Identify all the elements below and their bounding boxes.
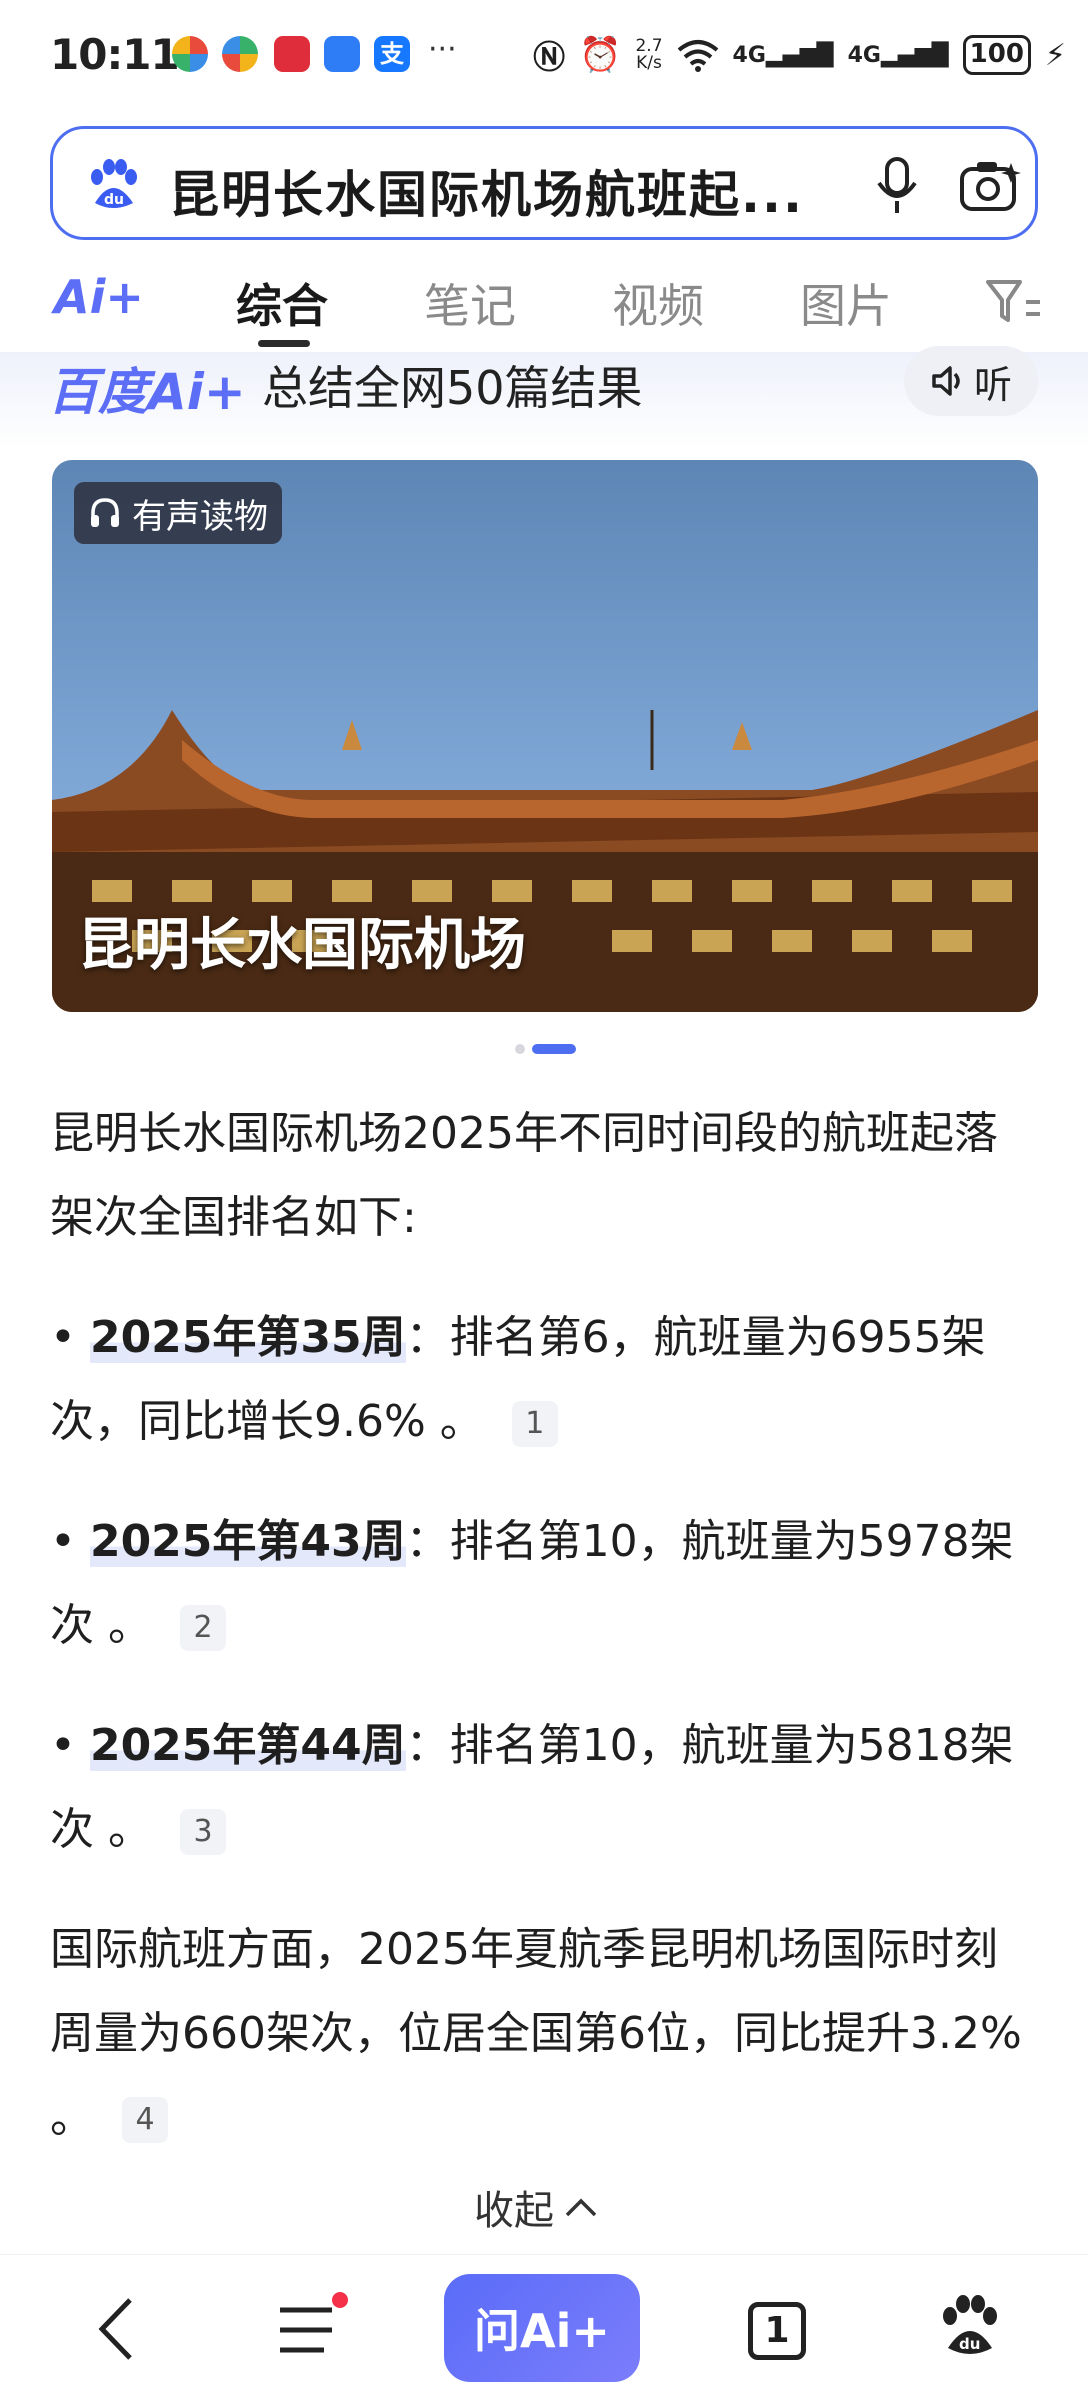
ai-summary-text: 总结全网50篇结果 bbox=[262, 361, 643, 415]
notification-dot bbox=[332, 2292, 348, 2308]
svg-text:du: du bbox=[959, 2335, 980, 2353]
audiobook-badge[interactable]: 有声读物 bbox=[74, 482, 282, 544]
tab-ai[interactable]: Ai+ bbox=[54, 270, 144, 324]
camera-search-icon[interactable] bbox=[959, 157, 1023, 215]
list-item-label[interactable]: 2025年第44周 bbox=[89, 1720, 406, 1771]
ask-ai-button[interactable]: 问Ai+ bbox=[444, 2274, 640, 2382]
bullet-dot: • bbox=[50, 1312, 90, 1363]
tab-notes[interactable]: 笔记 bbox=[424, 270, 516, 336]
status-bar: 10:11 支 ··· Ⓝ ⏰ 2.7 K/s 4G▂▄▆█ 4G▂▄▆█ 10… bbox=[0, 0, 1088, 112]
tab-active-indicator bbox=[258, 340, 310, 347]
nfc-icon: Ⓝ bbox=[533, 38, 566, 76]
baidu-ai-logo: 百度Ai+ bbox=[48, 363, 246, 421]
netease-music-icon bbox=[274, 36, 310, 72]
list-item: • 2025年第44周：排名第10，航班量为5818架次 。 3 bbox=[50, 1704, 1040, 1872]
status-indicators: Ⓝ ⏰ 2.7 K/s 4G▂▄▆█ 4G▂▄▆█ 100 ⚡ bbox=[533, 30, 1066, 80]
international-paragraph: 国际航班方面，2025年夏航季昆明机场国际时刻周量为660架次，位居全国第6位，… bbox=[50, 1924, 1022, 2143]
hero-title: 昆明长水国际机场 bbox=[78, 913, 526, 978]
alarm-icon: ⏰ bbox=[579, 35, 622, 75]
tab-images[interactable]: 图片 bbox=[800, 270, 892, 336]
baidu-home-icon[interactable]: du bbox=[938, 2292, 1002, 2360]
headphones-icon bbox=[91, 498, 119, 527]
list-item: • 2025年第43周：排名第10，航班量为5978架次 。 2 bbox=[50, 1500, 1040, 1668]
search-input[interactable]: 昆明长水国际机场航班起... bbox=[169, 155, 804, 227]
citation-badge[interactable]: 1 bbox=[511, 1401, 558, 1447]
listen-label: 听 bbox=[973, 362, 1012, 407]
tab-videos[interactable]: 视频 bbox=[612, 270, 704, 336]
signal-sim2: 4G▂▄▆█ bbox=[847, 42, 949, 68]
audiobook-label: 有声读物 bbox=[132, 496, 268, 537]
filter-icon[interactable] bbox=[986, 278, 1042, 326]
bullet-dot: • bbox=[50, 1720, 90, 1771]
speaker-icon bbox=[932, 366, 960, 396]
battery-indicator: 100 bbox=[962, 35, 1031, 75]
svg-text:du: du bbox=[104, 192, 124, 208]
list-item-label[interactable]: 2025年第43周 bbox=[89, 1516, 406, 1567]
tabs-count-button[interactable]: 1 bbox=[748, 2302, 806, 2360]
app-notification-icon bbox=[222, 36, 258, 72]
app-notification-icon bbox=[324, 36, 360, 72]
bullet-dot: • bbox=[50, 1516, 90, 1567]
list-item-label[interactable]: 2025年第35周 bbox=[89, 1312, 406, 1363]
list-item: • 2025年第35周：排名第6，航班量为6955架次，同比增长9.6% 。 1 bbox=[50, 1296, 1040, 1464]
chevron-up-icon bbox=[565, 2198, 597, 2217]
clock: 10:11 bbox=[50, 30, 180, 79]
menu-icon[interactable] bbox=[276, 2290, 348, 2360]
listen-button[interactable]: 听 bbox=[904, 346, 1038, 416]
tab-comprehensive[interactable]: 综合 bbox=[236, 270, 328, 336]
search-tabs: Ai+ 综合 笔记 视频 图片 bbox=[0, 252, 1088, 352]
baidu-paw-icon: du bbox=[91, 159, 137, 208]
citation-badge[interactable]: 2 bbox=[180, 1605, 226, 1651]
collapse-button[interactable]: 收起 bbox=[474, 2178, 598, 2236]
collapse-label: 收起 bbox=[474, 2188, 554, 2234]
charging-icon: ⚡ bbox=[1044, 37, 1066, 73]
citation-badge[interactable]: 3 bbox=[180, 1809, 226, 1855]
network-speed: 2.7 K/s bbox=[635, 36, 663, 73]
signal-sim1: 4G▂▄▆█ bbox=[732, 42, 834, 68]
back-icon[interactable] bbox=[96, 2296, 136, 2362]
citation-badge[interactable]: 4 bbox=[122, 2097, 168, 2143]
wifi-icon bbox=[677, 40, 718, 72]
more-notifications: ··· bbox=[428, 32, 457, 67]
alipay-icon: 支 bbox=[374, 36, 410, 72]
carousel-indicator bbox=[515, 1044, 576, 1054]
microphone-icon[interactable] bbox=[875, 157, 919, 215]
intro-paragraph: 昆明长水国际机场2025年不同时间段的航班起落架次全国排名如下: bbox=[50, 1108, 998, 1243]
app-notification-icon bbox=[172, 36, 208, 72]
search-box[interactable]: du 昆明长水国际机场航班起... bbox=[50, 126, 1038, 240]
